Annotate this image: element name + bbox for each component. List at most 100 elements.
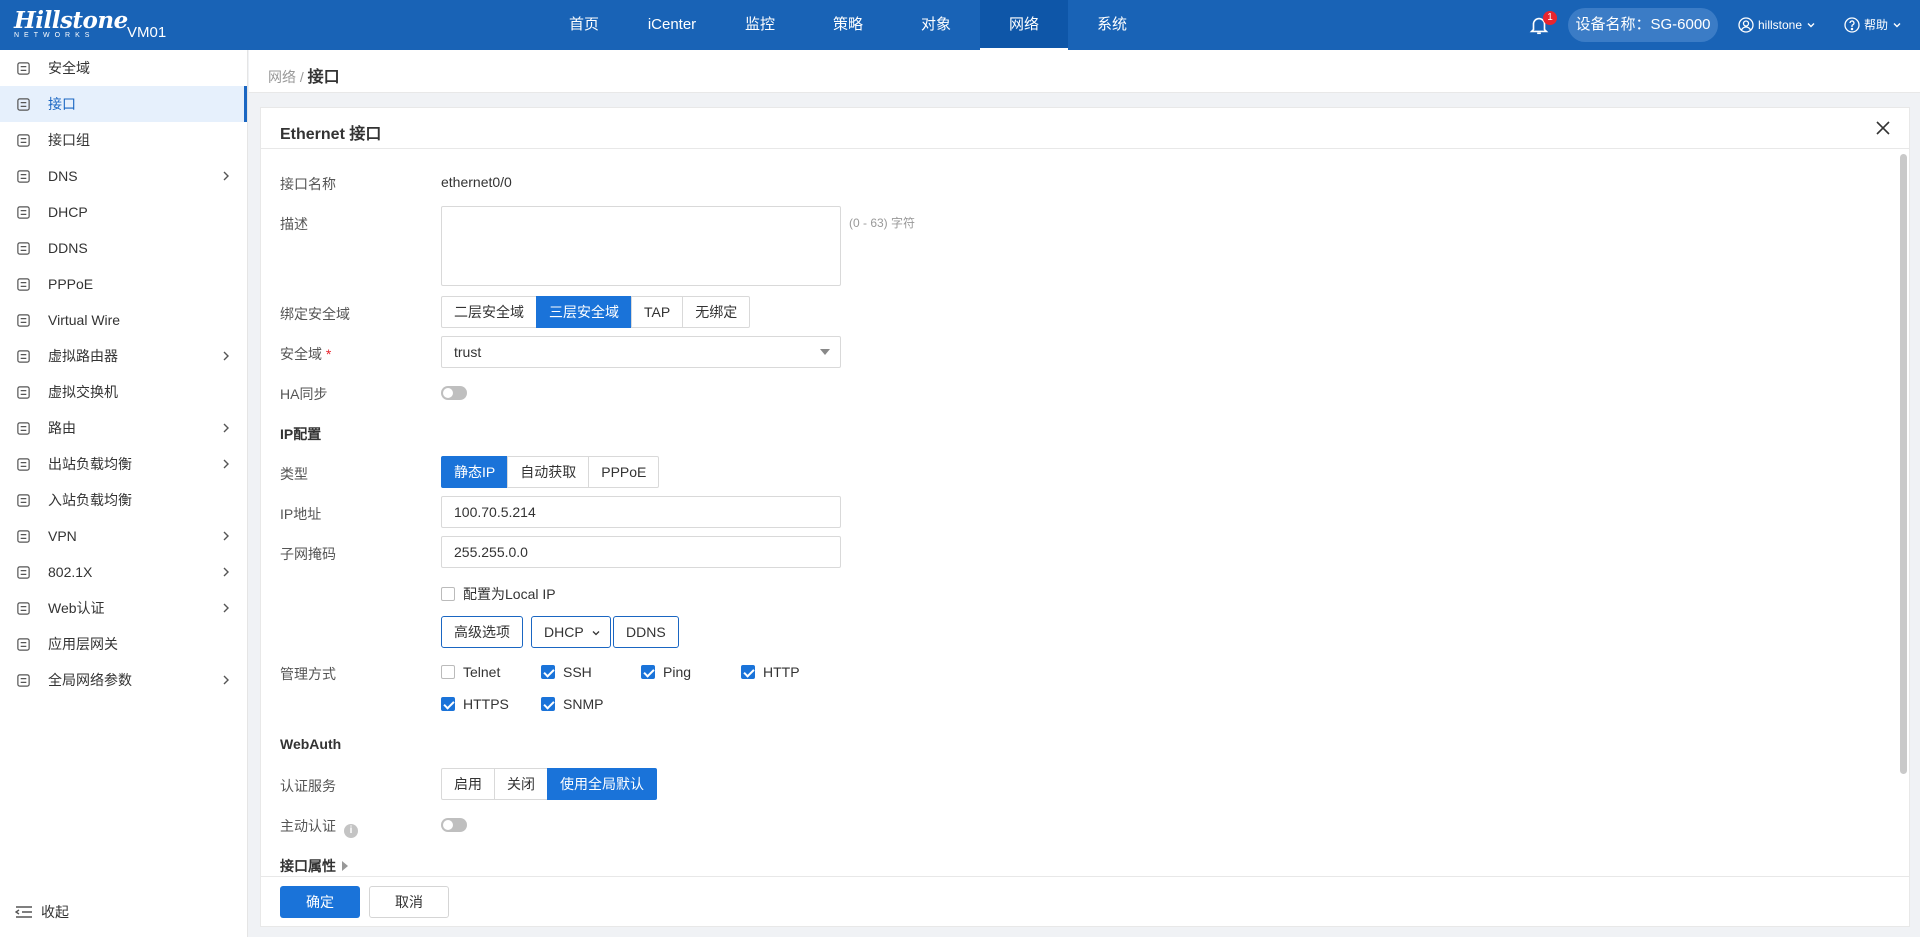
- auth-service-label: 认证服务: [280, 778, 336, 794]
- sidebar-item-inbound-lb[interactable]: 入站负载均衡: [0, 482, 247, 518]
- auth-option-disable[interactable]: 关闭: [494, 768, 548, 800]
- ip-type-label: 类型: [280, 466, 308, 482]
- sidebar-item-outbound-lb[interactable]: 出站负载均衡: [0, 446, 247, 482]
- bind-option-l2[interactable]: 二层安全域: [441, 296, 537, 328]
- info-icon[interactable]: i: [344, 824, 358, 838]
- ip-type-selector: 静态IP 自动获取 PPPoE: [441, 456, 660, 488]
- mgmt-ping-checkbox[interactable]: Ping: [641, 664, 691, 680]
- sidebar-item-virtual-switch[interactable]: 虚拟交换机: [0, 374, 247, 410]
- mgmt-https-checkbox[interactable]: HTTPS: [441, 696, 509, 712]
- auth-option-enable[interactable]: 启用: [441, 768, 495, 800]
- main-nav: 首页 iCenter 监控 策略 对象 网络 系统: [540, 0, 1156, 50]
- sidebar-item-virtual-wire[interactable]: Virtual Wire: [0, 302, 247, 338]
- mgmt-snmp-checkbox[interactable]: SNMP: [541, 696, 603, 712]
- close-icon[interactable]: [1875, 120, 1891, 136]
- sidebar-item-interface-group[interactable]: 接口组: [0, 122, 247, 158]
- mgmt-ssh-checkbox[interactable]: SSH: [541, 664, 592, 680]
- ip-config-section-title: IP配置: [280, 426, 322, 442]
- scrollbar[interactable]: [1900, 154, 1907, 774]
- mgmt-option-label: SNMP: [563, 696, 604, 712]
- sidebar-item-label: 802.1X: [48, 564, 93, 580]
- ethernet-interface-dialog: Ethernet 接口 接口名称 ethernet0/0 描述 (0 - 63)…: [260, 107, 1910, 927]
- chevron-right-icon: [223, 567, 229, 577]
- collapse-icon: [15, 906, 32, 918]
- dialog-header: Ethernet 接口: [261, 108, 1909, 149]
- bind-option-none[interactable]: 无绑定: [682, 296, 751, 328]
- management-label: 管理方式: [280, 666, 336, 682]
- sidebar-item-global-params[interactable]: 全局网络参数: [0, 662, 247, 698]
- ip-type-auto[interactable]: 自动获取: [507, 456, 590, 488]
- bind-option-l3[interactable]: 三层安全域: [536, 296, 632, 328]
- local-ip-label: 配置为Local IP: [463, 586, 556, 602]
- sidebar-item-label: 应用层网关: [48, 636, 118, 652]
- interface-properties-toggle[interactable]: 接口属性: [280, 856, 348, 876]
- mgmt-telnet-checkbox[interactable]: Telnet: [441, 664, 500, 680]
- dhcp-icon: [15, 204, 31, 220]
- collapse-button[interactable]: 收起: [15, 902, 69, 922]
- help-menu[interactable]: 帮助: [1844, 0, 1902, 50]
- advanced-options-button[interactable]: 高级选项: [441, 616, 523, 648]
- global-params-icon: [15, 672, 31, 688]
- interface-group-icon: [15, 132, 31, 148]
- chevron-right-icon: [223, 675, 229, 685]
- mgmt-option-label: HTTP: [763, 664, 800, 680]
- outbound-lb-icon: [15, 456, 31, 472]
- interface-icon: [15, 96, 31, 112]
- chevron-right-icon: [223, 351, 229, 361]
- sidebar-item-dns[interactable]: DNS: [0, 158, 247, 194]
- ip-type-static[interactable]: 静态IP: [441, 456, 509, 488]
- collapse-label: 收起: [41, 904, 69, 920]
- dhcp-label: DHCP: [544, 624, 584, 640]
- sidebar-item-alg[interactable]: 应用层网关: [0, 626, 247, 662]
- cancel-button[interactable]: 取消: [369, 886, 449, 918]
- bind-option-tap[interactable]: TAP: [631, 296, 684, 328]
- interface-properties-label: 接口属性: [280, 858, 336, 874]
- user-menu[interactable]: hillstone: [1738, 0, 1816, 50]
- ip-address-input[interactable]: 100.70.5.214: [441, 496, 841, 528]
- nav-monitor[interactable]: 监控: [716, 0, 804, 50]
- subnet-mask-label: 子网掩码: [280, 546, 336, 562]
- sidebar-item-8021x[interactable]: 802.1X: [0, 554, 247, 590]
- sidebar-item-label: PPPoE: [48, 276, 94, 292]
- subnet-mask-input[interactable]: 255.255.0.0: [441, 536, 841, 568]
- top-navigation-bar: Hillstone NETWORKS VM01 首页 iCenter 监控 策略…: [0, 0, 1920, 50]
- ok-button[interactable]: 确定: [280, 886, 360, 918]
- sidebar-item-web-auth[interactable]: Web认证: [0, 590, 247, 626]
- bind-zone-label: 绑定安全域: [280, 306, 350, 322]
- security-zone-select[interactable]: trust: [441, 336, 841, 368]
- description-textarea[interactable]: [441, 206, 841, 286]
- nav-home[interactable]: 首页: [540, 0, 628, 50]
- sidebar-item-vpn[interactable]: VPN: [0, 518, 247, 554]
- checkbox-box: [641, 665, 655, 679]
- sidebar-item-dhcp[interactable]: DHCP: [0, 194, 247, 230]
- sidebar-item-ddns[interactable]: DDNS: [0, 230, 247, 266]
- nav-network[interactable]: 网络: [980, 0, 1068, 50]
- local-ip-checkbox[interactable]: 配置为Local IP: [441, 584, 556, 604]
- active-auth-toggle[interactable]: [441, 818, 467, 832]
- auth-option-global-default[interactable]: 使用全局默认: [547, 768, 657, 800]
- ddns-button[interactable]: DDNS: [613, 616, 679, 648]
- ip-type-pppoe[interactable]: PPPoE: [588, 456, 660, 488]
- nav-policy[interactable]: 策略: [804, 0, 892, 50]
- sidebar-item-label: 虚拟路由器: [48, 348, 118, 364]
- hillstone-logo[interactable]: Hillstone NETWORKS: [14, 9, 128, 40]
- sidebar-item-security-zone[interactable]: 安全域: [0, 50, 247, 86]
- sidebar-item-label: Web认证: [48, 600, 105, 616]
- breadcrumb-parent[interactable]: 网络: [268, 69, 296, 85]
- nav-object[interactable]: 对象: [892, 0, 980, 50]
- sidebar-item-routing[interactable]: 路由: [0, 410, 247, 446]
- active-auth-label: 主动认证 i: [280, 816, 358, 838]
- sidebar-item-interface[interactable]: 接口: [0, 86, 247, 122]
- chevron-down-icon: [1807, 23, 1815, 28]
- chevron-right-icon: [223, 603, 229, 613]
- dhcp-dropdown-button[interactable]: DHCP: [531, 616, 611, 648]
- sidebar-item-label: 出站负载均衡: [48, 456, 132, 472]
- mgmt-http-checkbox[interactable]: HTTP: [741, 664, 800, 680]
- ha-sync-toggle[interactable]: [441, 386, 467, 400]
- nav-icenter[interactable]: iCenter: [628, 0, 716, 50]
- checkbox-box: [441, 697, 455, 711]
- nav-system[interactable]: 系统: [1068, 0, 1156, 50]
- sidebar-item-virtual-router[interactable]: 虚拟路由器: [0, 338, 247, 374]
- sidebar-item-pppoe[interactable]: PPPoE: [0, 266, 247, 302]
- checkbox-box: [741, 665, 755, 679]
